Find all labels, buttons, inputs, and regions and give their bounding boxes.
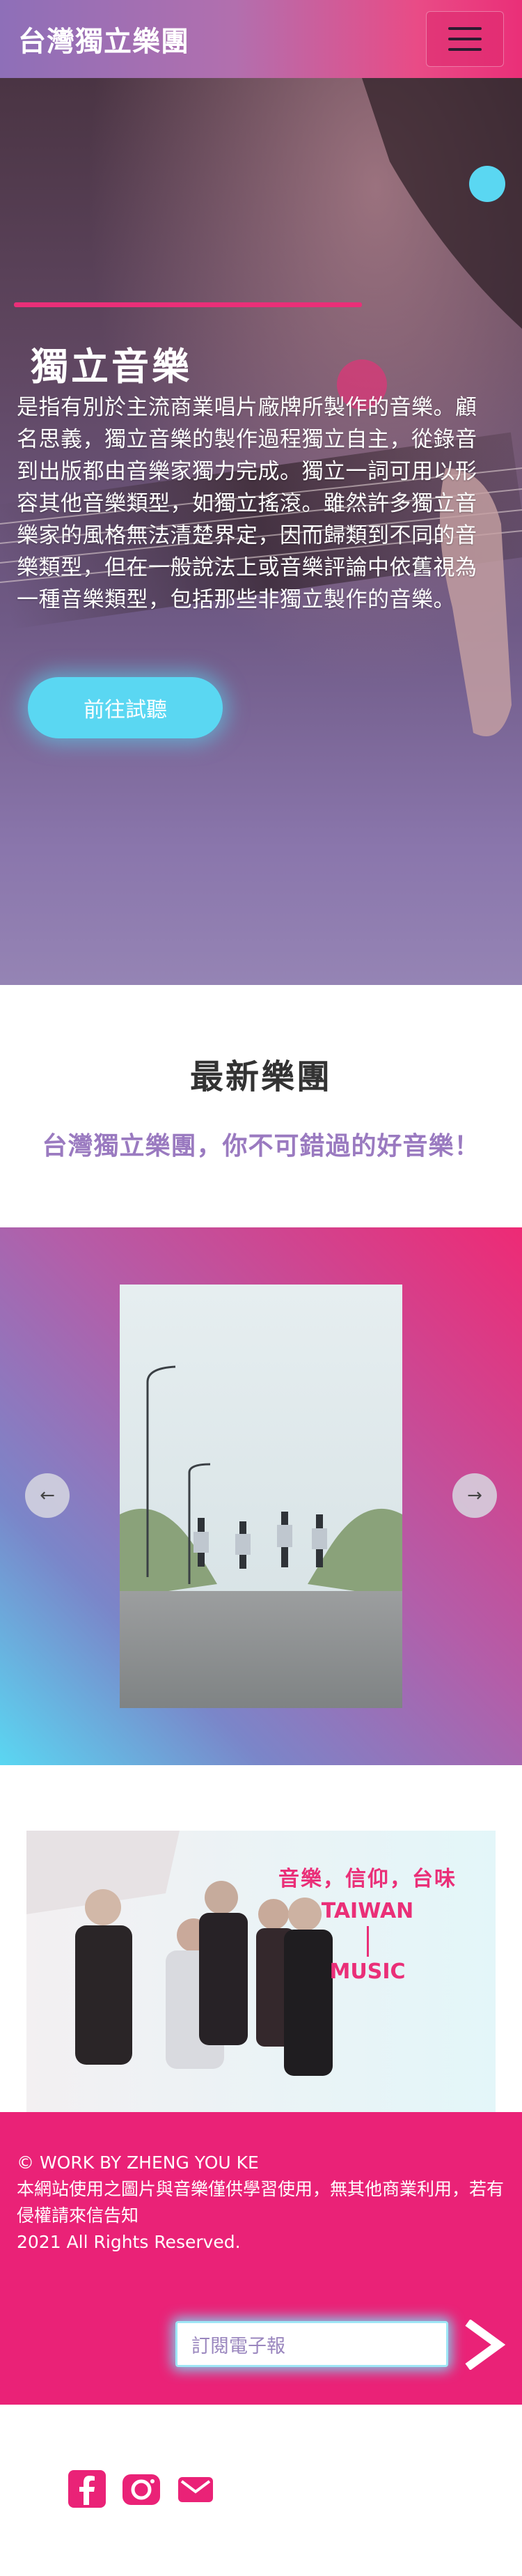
footer-credit: © WORK BY ZHENG YOU KE — [17, 2152, 259, 2173]
slogan-line: 音樂，信仰，台味 — [278, 1867, 457, 1891]
carousel-next-button[interactable]: → — [452, 1473, 497, 1518]
footer-rights: 2021 All Rights Reserved. — [17, 2232, 241, 2252]
footer-info: © WORK BY ZHENG YOU KE 本網站使用之圖片與音樂僅供學習使用… — [17, 2150, 504, 2256]
instagram-icon[interactable] — [122, 2470, 160, 2508]
hero-description: 是指有別於主流商業唱片廠牌所製作的音樂。顧名思義，獨立音樂的製作過程獨立自主，從… — [17, 395, 477, 612]
hero-section: 獨立音樂 是指有別於主流商業唱片廠牌所製作的音樂。顧名思義，獨立音樂的製作過程獨… — [0, 78, 522, 985]
facebook-icon[interactable] — [68, 2470, 106, 2508]
carousel-prev-button[interactable]: ← — [25, 1473, 70, 1518]
menu-bar-icon — [448, 48, 482, 51]
site-footer: © WORK BY ZHENG YOU KE 本網站使用之圖片與音樂僅供學習使用… — [0, 2112, 522, 2405]
promo-banner[interactable]: 音樂，信仰，台味 TAIWAN MUSIC — [26, 1831, 496, 2130]
slogan-divider — [366, 1926, 369, 1957]
section-subtitle: 台灣獨立樂團，你不可錯過的好音樂！ — [42, 1132, 480, 1161]
hero-accent-line — [14, 302, 362, 307]
band-photo-slide[interactable] — [120, 1285, 402, 1708]
band-carousel: ← → — [0, 1227, 522, 1765]
listen-button[interactable]: 前往試聽 — [28, 677, 223, 738]
hero-title: 獨立音樂 — [31, 345, 192, 389]
slogan-line: TAIWAN — [321, 1899, 414, 1923]
site-header: 台灣獨立樂團 — [0, 0, 522, 78]
social-links — [0, 2405, 522, 2576]
latest-bands-section: 最新樂團 台灣獨立樂團，你不可錯過的好音樂！ — [0, 985, 522, 1227]
menu-bar-icon — [448, 38, 482, 40]
footer-notice: 本網站使用之圖片與音樂僅供學習使用，無其他商業利用，若有侵權請來信告知 — [17, 2179, 505, 2226]
mail-icon[interactable] — [177, 2470, 214, 2508]
menu-bar-icon — [448, 27, 482, 30]
promo-slogan: 音樂，信仰，台味 TAIWAN MUSIC — [278, 1861, 457, 1984]
subscribe-arrow-icon[interactable] — [462, 2320, 508, 2370]
newsletter-input[interactable]: 訂閱電子報 — [175, 2321, 448, 2367]
section-title: 最新樂團 — [189, 1057, 332, 1096]
slogan-line: MUSIC — [329, 1960, 406, 1984]
site-brand[interactable]: 台灣獨立樂團 — [18, 19, 189, 59]
hamburger-menu-button[interactable] — [426, 11, 504, 67]
